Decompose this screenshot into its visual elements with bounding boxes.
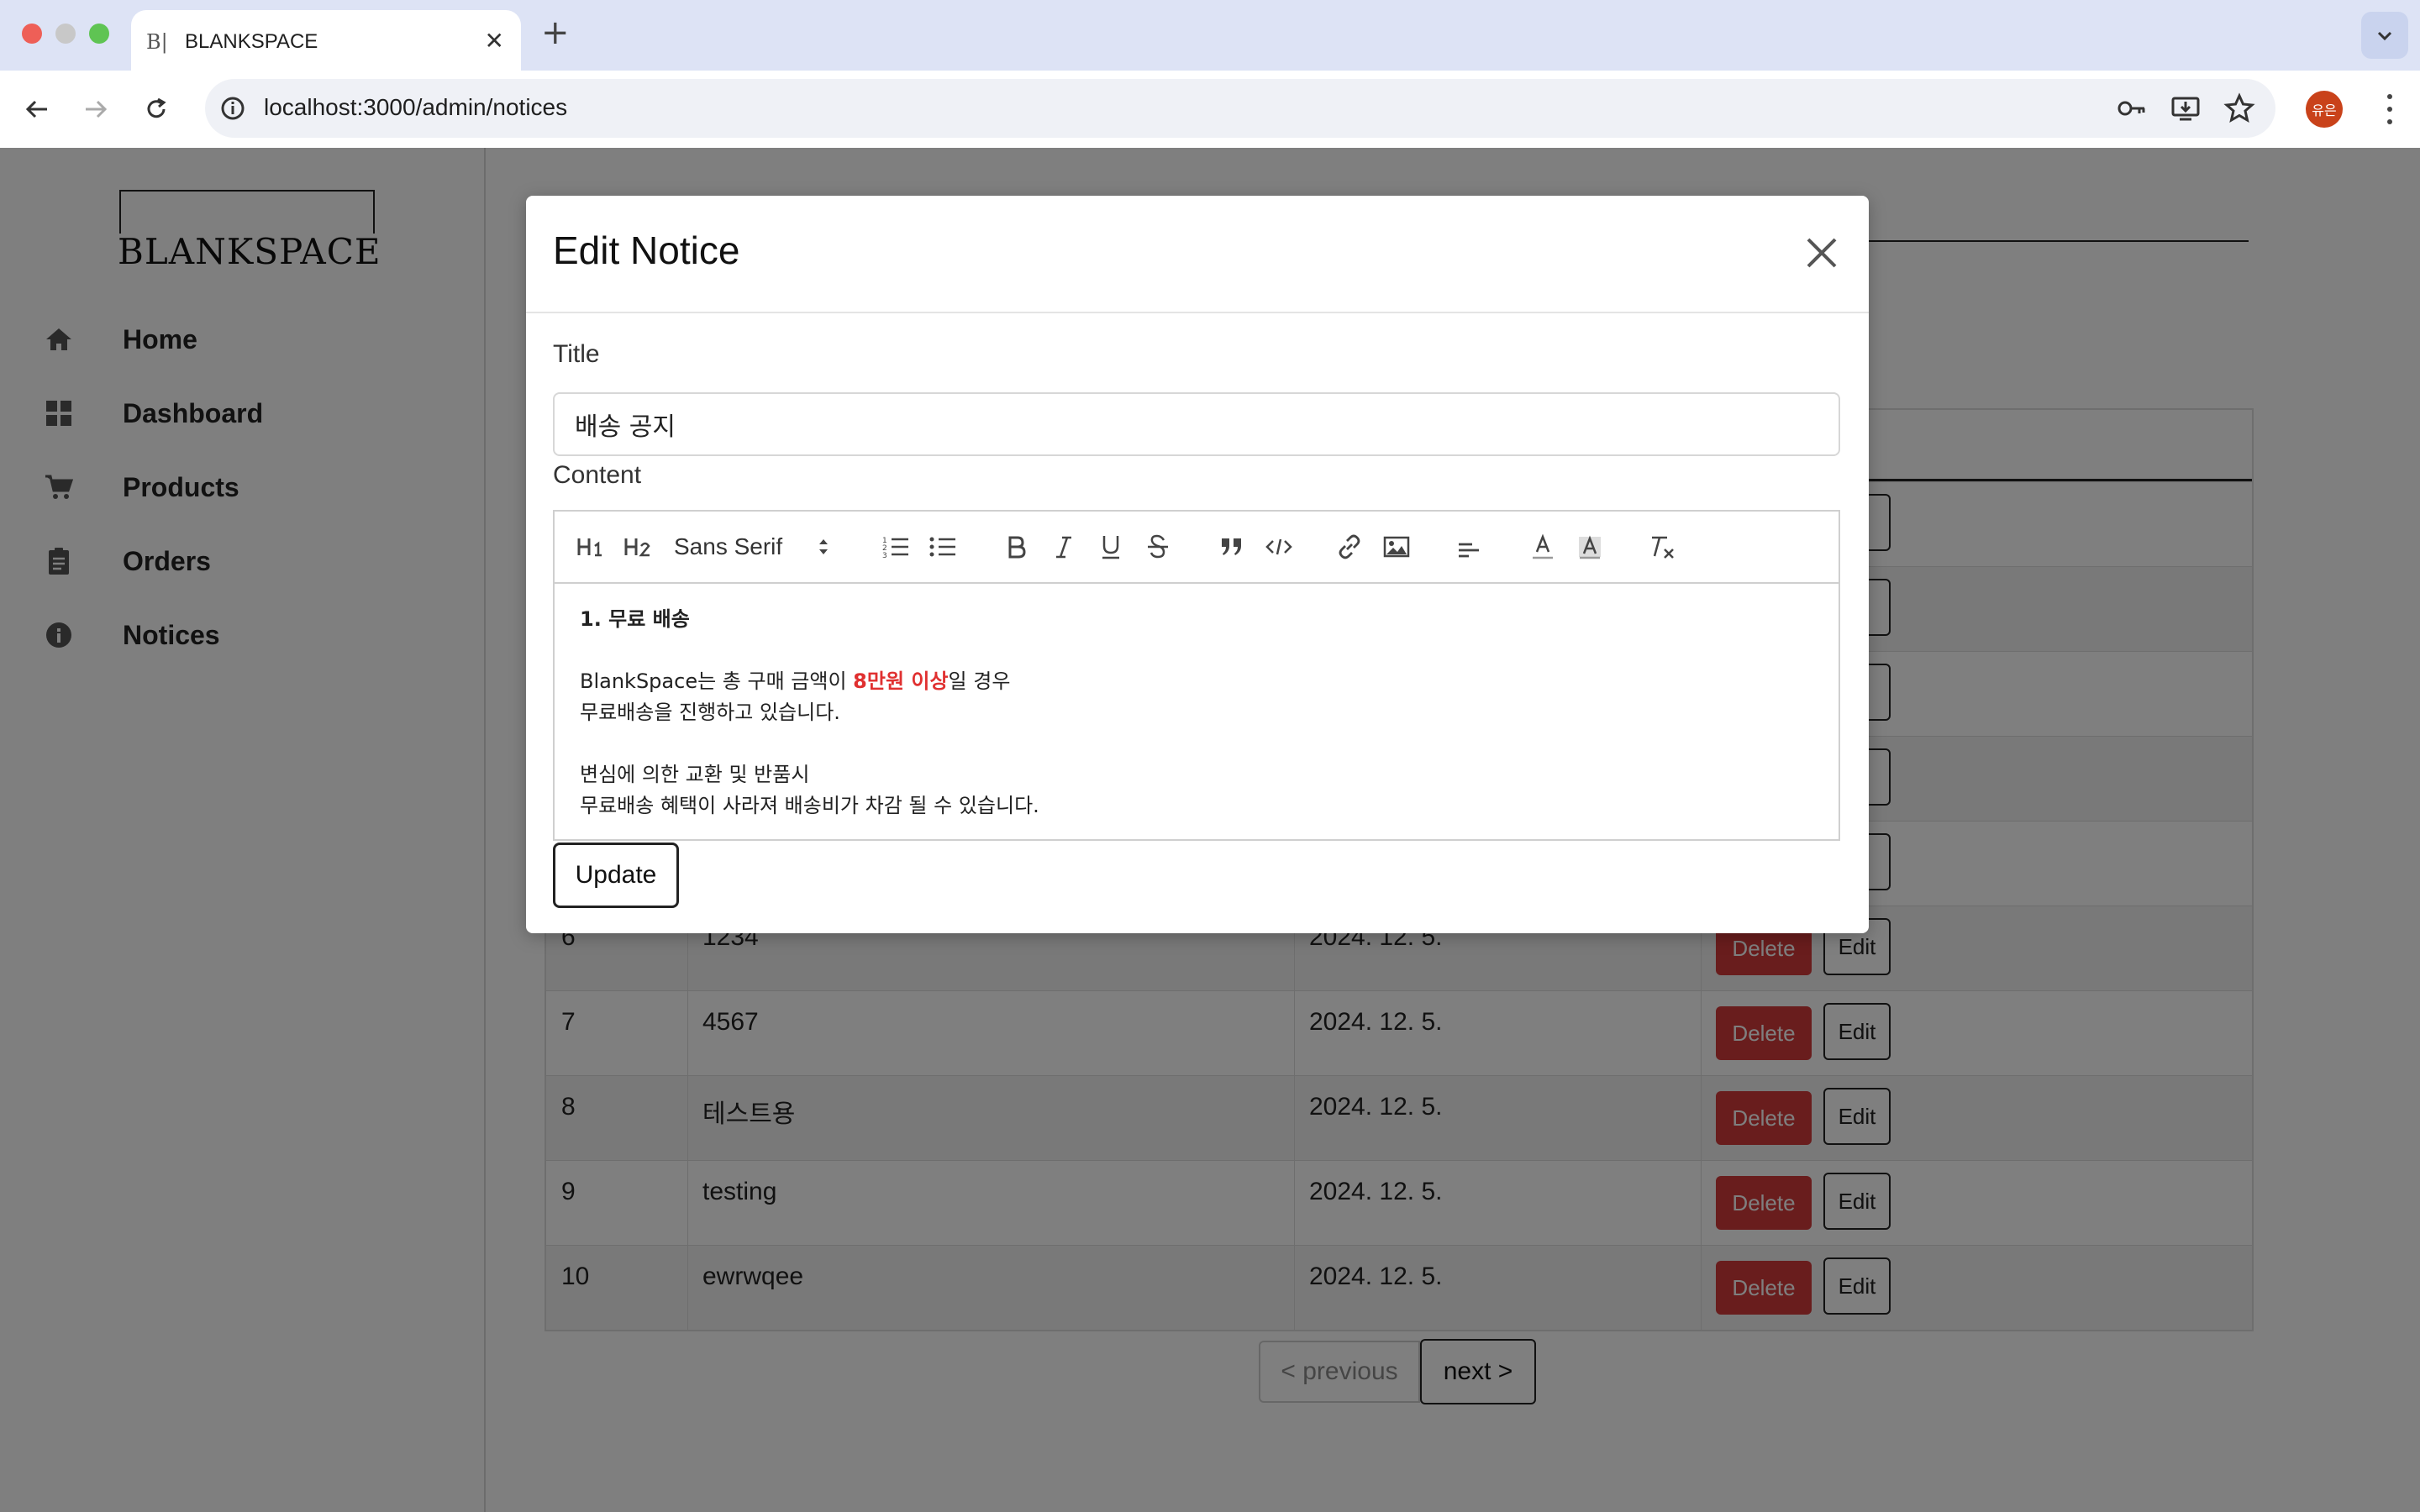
- strikethrough-icon[interactable]: [1141, 528, 1175, 565]
- tab-search-button[interactable]: [2361, 12, 2408, 59]
- content-line-1: BlankSpace는 총 구매 금액이 8만원 이상일 경우: [580, 666, 1813, 697]
- address-bar[interactable]: localhost:3000/admin/notices: [205, 79, 2275, 138]
- browser-tab[interactable]: B| BLANKSPACE ✕: [131, 10, 521, 71]
- ordered-list-icon[interactable]: 123: [879, 528, 913, 565]
- editor-toolbar: Sans Serif 123: [555, 512, 1839, 584]
- content-line-4: 무료배송 혜택이 사라져 배송비가 차감 될 수 있습니다.: [580, 794, 1039, 817]
- content-line-1-suffix: 일 경우: [948, 669, 1011, 693]
- browser-menu-button[interactable]: [2381, 91, 2398, 128]
- forward-button[interactable]: [74, 87, 118, 131]
- italic-icon[interactable]: [1047, 528, 1081, 565]
- code-block-icon[interactable]: [1262, 528, 1296, 565]
- svg-text:3: 3: [882, 552, 887, 559]
- maximize-window-button[interactable]: [89, 24, 109, 44]
- update-button[interactable]: Update: [553, 843, 679, 908]
- align-icon[interactable]: [1452, 528, 1486, 565]
- bullet-list-icon[interactable]: [926, 528, 960, 565]
- image-icon[interactable]: [1380, 528, 1413, 565]
- favicon-icon: B|: [146, 30, 168, 54]
- content-heading: 1. 무료 배송: [580, 607, 690, 631]
- tab-title: BLANKSPACE: [185, 30, 318, 53]
- tab-close-icon[interactable]: ✕: [485, 27, 504, 55]
- background-color-icon[interactable]: [1573, 528, 1607, 565]
- title-input[interactable]: [553, 392, 1840, 456]
- password-key-icon[interactable]: [2114, 91, 2149, 126]
- arrow-left-icon: [25, 100, 47, 118]
- modal-title: Edit Notice: [553, 228, 740, 272]
- heading-2-icon[interactable]: [622, 528, 655, 565]
- profile-avatar[interactable]: 유은: [2306, 91, 2343, 128]
- url-text: localhost:3000/admin/notices: [264, 94, 568, 120]
- browser-toolbar: localhost:3000/admin/notices 유은: [0, 71, 2420, 149]
- reload-icon: [147, 97, 166, 118]
- rich-text-editor: Sans Serif 123 1. 무료 배송 BlankSpace는 총 구매…: [553, 510, 1840, 841]
- install-app-icon[interactable]: [2168, 91, 2203, 126]
- content-line-1-prefix: BlankSpace는 총 구매 금액이: [580, 669, 854, 693]
- arrow-right-icon: [86, 100, 108, 118]
- minimize-window-button[interactable]: [55, 24, 76, 44]
- browser-tab-bar: B| BLANKSPACE ✕ +: [0, 0, 2420, 71]
- blockquote-icon[interactable]: [1215, 528, 1249, 565]
- underline-icon[interactable]: [1094, 528, 1128, 565]
- content-highlight: 8만원 이상: [853, 669, 949, 693]
- close-window-button[interactable]: [22, 24, 42, 44]
- content-line-2: 무료배송을 진행하고 있습니다.: [580, 701, 840, 724]
- title-label: Title: [553, 340, 600, 368]
- link-icon[interactable]: [1333, 528, 1366, 565]
- heading-1-icon[interactable]: [575, 528, 608, 565]
- reload-button[interactable]: [134, 87, 178, 131]
- font-family-select[interactable]: Sans Serif: [674, 528, 842, 565]
- clear-format-icon[interactable]: [1645, 528, 1679, 565]
- editor-content[interactable]: 1. 무료 배송 BlankSpace는 총 구매 금액이 8만원 이상일 경우…: [555, 584, 1839, 839]
- modal-header: Edit Notice: [526, 196, 1869, 313]
- site-info-icon[interactable]: [217, 92, 249, 124]
- select-arrows-icon: [819, 539, 828, 554]
- bold-icon[interactable]: [1000, 528, 1034, 565]
- edit-notice-modal: Edit Notice Title Content Sans Serif 123: [526, 196, 1869, 933]
- close-icon[interactable]: [1798, 229, 1845, 276]
- text-color-icon[interactable]: [1526, 528, 1560, 565]
- font-family-value: Sans Serif: [674, 533, 783, 559]
- bookmark-star-icon[interactable]: [2222, 91, 2257, 126]
- chevron-down-icon: [2377, 31, 2392, 41]
- new-tab-button[interactable]: +: [541, 13, 570, 52]
- back-button[interactable]: [15, 87, 59, 131]
- content-label: Content: [553, 461, 642, 489]
- content-line-3: 변심에 의한 교환 및 반품시: [580, 763, 810, 786]
